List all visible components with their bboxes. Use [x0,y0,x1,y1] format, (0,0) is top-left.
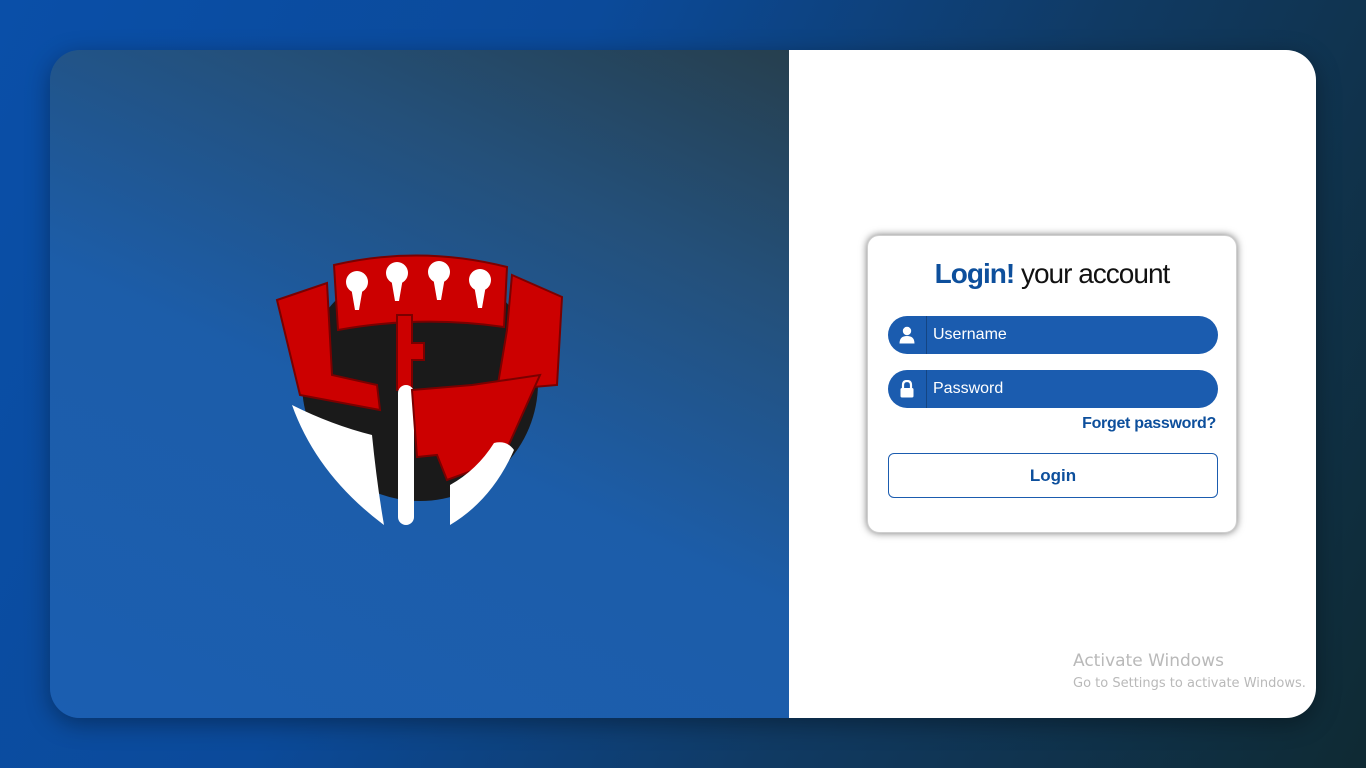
main-card: Login! your account Username Forget pass… [50,50,1316,718]
watermark-line2: Go to Settings to activate Windows. [1073,676,1306,691]
shield-keyhole-logo [275,254,564,525]
password-input[interactable] [927,370,1218,408]
title-strong: Login! [934,258,1016,289]
user-icon [888,316,927,354]
logo-right-ribbon [495,273,564,392]
forget-password-link[interactable]: Forget password? [1082,415,1216,433]
windows-activation-watermark: Activate Windows Go to Settings to activ… [1073,651,1306,691]
login-title: Login! your account [868,258,1236,290]
username-input[interactable] [927,316,1218,354]
login-panel: Login! your account Username Forget pass… [789,50,1316,718]
title-rest: your account [1014,258,1170,289]
username-field[interactable] [888,316,1218,354]
brand-panel [50,50,789,718]
logo-key-shaft [398,385,414,525]
lock-icon [888,370,927,408]
login-button[interactable]: Login [888,453,1218,498]
password-field[interactable] [888,370,1218,408]
watermark-line1: Activate Windows [1073,651,1224,671]
login-form: Login! your account Username Forget pass… [867,235,1237,533]
